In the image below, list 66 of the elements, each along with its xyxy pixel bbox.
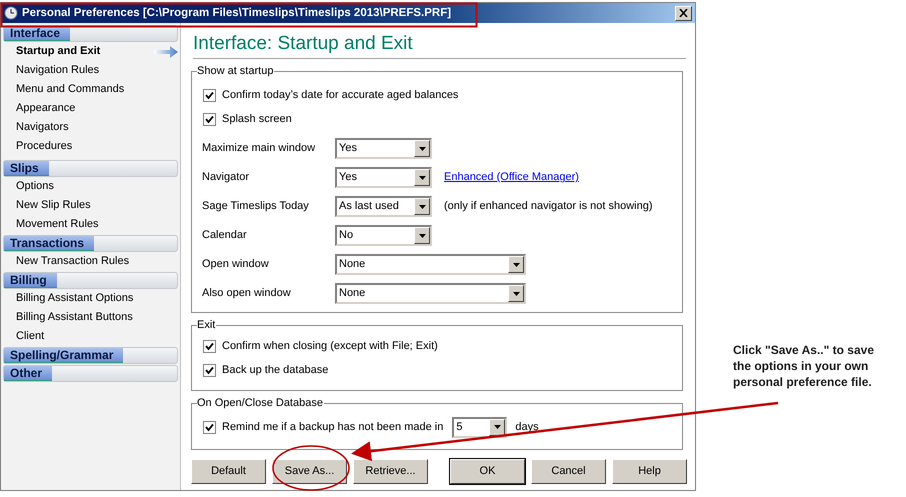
close-button[interactable] <box>675 6 692 20</box>
sidebar-item[interactable]: Movement Rules <box>16 216 178 233</box>
field-label: Also open window <box>202 286 292 302</box>
field-label: Sage Timeslips Today <box>202 199 310 214</box>
field-label: Navigator <box>202 170 250 186</box>
link[interactable]: Enhanced (Office Manager) <box>444 169 579 186</box>
caret-icon <box>494 425 501 429</box>
dropdown[interactable]: 5 <box>452 416 508 438</box>
checkbox-label: Splash screen <box>222 112 292 127</box>
checkbox-label: Back up the database <box>222 362 328 378</box>
sidebar-item[interactable]: Navigators <box>16 119 178 136</box>
arrow-icon <box>154 46 178 58</box>
checkbox[interactable] <box>203 340 216 352</box>
section-header[interactable]: Spelling/Grammar <box>3 346 178 364</box>
sidebar-item[interactable]: Startup and Exit <box>16 43 154 60</box>
sidebar-item[interactable]: Billing Assistant Options <box>16 290 178 307</box>
sidebar-item[interactable]: New Slip Rules <box>16 197 178 214</box>
sidebar-item[interactable]: Menu and Commands <box>16 81 178 98</box>
dialog-button[interactable]: Retrieve... <box>353 459 428 484</box>
caret-icon <box>418 234 426 238</box>
close-icon <box>679 9 688 17</box>
dropdown[interactable]: Yes <box>335 138 432 159</box>
dropdown[interactable]: None <box>335 283 526 304</box>
clock-icon <box>4 6 18 20</box>
checkbox-label: Confirm today’s date for accurate aged balances <box>222 88 458 103</box>
caret-icon <box>418 204 426 208</box>
sidebar-item[interactable]: Options <box>16 178 178 195</box>
section-header[interactable]: Other <box>3 364 178 382</box>
dropdown[interactable]: No <box>335 225 432 246</box>
dropdown[interactable]: As last used <box>335 196 432 217</box>
section-header[interactable]: Transactions <box>3 234 178 252</box>
note-text: (only if enhanced navigator is not showing) <box>444 199 653 214</box>
unit-label: days <box>515 420 539 435</box>
caret-icon <box>512 262 520 266</box>
dialog-button[interactable]: Save As... <box>272 459 347 484</box>
caret-icon <box>418 146 426 150</box>
caret-icon <box>512 292 520 296</box>
checkbox[interactable] <box>203 88 216 102</box>
checkbox-label: Confirm when closing (except with File; Exit) <box>222 338 438 354</box>
dialog-button[interactable]: Default <box>191 459 266 484</box>
checkbox[interactable] <box>203 364 216 376</box>
caret-icon <box>418 176 426 180</box>
group-title: Show at startup <box>197 64 274 78</box>
sidebar-item[interactable]: Navigation Rules <box>16 62 178 79</box>
field-label: Maximize main window <box>202 141 316 156</box>
sidebar-item[interactable]: Appearance <box>16 100 178 117</box>
dropdown[interactable]: None <box>335 254 526 275</box>
sidebar-item[interactable]: Billing Assistant Buttons <box>16 309 178 326</box>
dropdown[interactable]: Yes <box>335 167 432 188</box>
dialog-button[interactable]: OK <box>450 459 525 484</box>
field-label: Open window <box>202 257 270 272</box>
dialog-button[interactable]: Cancel <box>531 459 606 484</box>
checkbox[interactable] <box>203 420 216 434</box>
sidebar-item[interactable]: Client <box>16 328 178 345</box>
sidebar-item[interactable]: Procedures <box>16 138 178 155</box>
section-header[interactable]: Slips <box>3 160 178 176</box>
window-title: Personal Preferences [C:\Program Files\Timeslips\Timeslips 2013\PREFS.PRF] <box>22 6 452 20</box>
checkbox[interactable] <box>203 112 216 126</box>
callout-text: Click "Save As.." to save the options in your own personal preference file. <box>733 342 876 390</box>
checkbox-label: Remind me if a backup has not been made in <box>222 420 444 435</box>
sidebar-item[interactable]: New Transaction Rules <box>16 253 178 270</box>
group-title: On Open/Close Database <box>197 396 324 410</box>
field-label: Calendar <box>202 228 248 244</box>
dialog-button[interactable]: Help <box>612 459 687 484</box>
section-header[interactable]: Billing <box>3 272 178 288</box>
page-heading: Interface: Startup and Exit <box>192 34 413 52</box>
